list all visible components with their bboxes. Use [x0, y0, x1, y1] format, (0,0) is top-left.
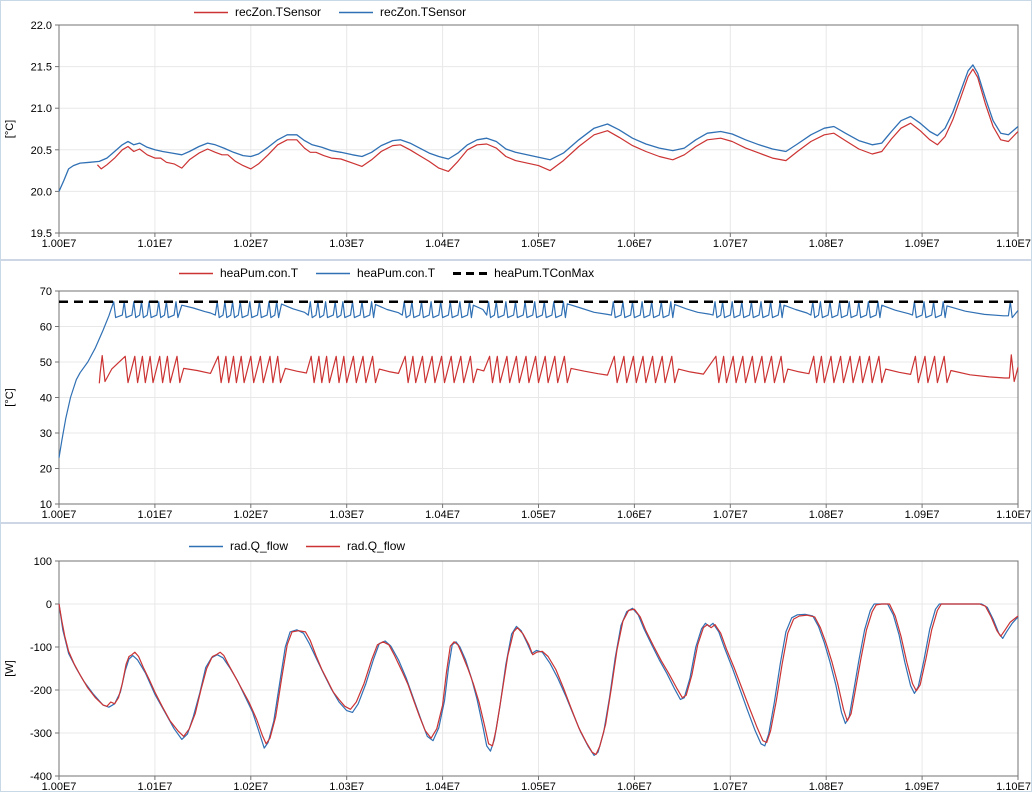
legend-line-sample-icon: [453, 269, 487, 278]
x-tick-label: 1.05E7: [521, 781, 556, 792]
legend-label: heaPum.con.T: [220, 266, 298, 280]
y-tick-label: -200: [30, 685, 52, 697]
x-tick-label: 1.03E7: [329, 781, 364, 792]
y-tick-label: 20.5: [31, 145, 52, 157]
plot-panel-rad-qflow: rad.Q_flow rad.Q_flow 1.00E71.01E71.02E71…: [1, 522, 1032, 792]
y-tick-label: -100: [30, 642, 52, 654]
x-tick-label: 1.04E7: [425, 781, 460, 792]
x-tick-label: 1.10E7: [996, 238, 1031, 250]
plot-canvas-1: 1.00E71.01E71.02E71.03E71.04E71.05E71.06…: [1, 1, 1032, 259]
y-tick-label: 21.5: [31, 62, 52, 74]
x-tick-label: 1.10E7: [996, 509, 1031, 521]
legend-label: recZon.TSensor: [380, 5, 466, 19]
legend-line-sample-icon: [179, 269, 213, 278]
y-tick-label: 50: [40, 357, 52, 369]
legend-panel-2: heaPum.con.T heaPum.con.T heaPum.TConMax: [179, 265, 594, 281]
legend-panel-3: rad.Q_flow rad.Q_flow: [189, 538, 405, 554]
legend-line-sample-icon: [339, 8, 373, 17]
y-tick-label: 20.0: [31, 186, 52, 198]
plot-panel-reczon-tsensor: recZon.TSensorrecZon.TSensor 1.00E71.01E…: [1, 1, 1032, 259]
x-tick-label: 1.09E7: [905, 509, 940, 521]
y-tick-label: 10: [40, 499, 52, 511]
y-tick-label: 19.5: [31, 228, 52, 240]
legend-entry[interactable]: heaPum.TConMax: [453, 266, 594, 280]
x-tick-label: 1.08E7: [809, 509, 844, 521]
legend-entry[interactable]: heaPum.con.T: [316, 266, 435, 280]
x-tick-label: 1.03E7: [329, 509, 364, 521]
y-tick-label: 30: [40, 428, 52, 440]
y-tick-label: 20: [40, 464, 52, 476]
x-tick-label: 1.04E7: [425, 509, 460, 521]
y-tick-label: 70: [40, 286, 52, 298]
legend-line-sample-icon: [194, 8, 228, 17]
y-tick-label: -300: [30, 728, 52, 740]
plot-canvas-2: 1.00E71.01E71.02E71.03E71.04E71.05E71.06…: [1, 259, 1032, 522]
legend-label: rad.Q_flow: [230, 539, 288, 553]
x-tick-label: 1.01E7: [137, 238, 172, 250]
x-tick-label: 1.02E7: [233, 509, 268, 521]
series-line-heapum-con-t: [99, 355, 1018, 383]
x-tick-label: 1.08E7: [809, 238, 844, 250]
x-tick-label: 1.06E7: [617, 509, 652, 521]
x-tick-label: 1.07E7: [713, 238, 748, 250]
x-tick-label: 1.02E7: [233, 781, 268, 792]
x-tick-label: 1.07E7: [713, 781, 748, 792]
legend-panel-1: recZon.TSensor recZon.TSensor: [194, 4, 466, 20]
x-tick-label: 1.06E7: [617, 238, 652, 250]
y-axis-unit-label: [°C]: [4, 120, 16, 138]
panel-separator: [1, 259, 1032, 261]
x-tick-label: 1.09E7: [905, 781, 940, 792]
legend-line-sample-icon: [316, 269, 350, 278]
y-tick-label: 40: [40, 393, 52, 405]
panel-separator: [1, 522, 1032, 524]
x-tick-label: 1.08E7: [809, 781, 844, 792]
x-tick-label: 1.02E7: [233, 238, 268, 250]
x-tick-label: 1.04E7: [425, 238, 460, 250]
x-tick-label: 1.07E7: [713, 509, 748, 521]
legend-line-sample-icon: [189, 542, 223, 551]
legend-line-sample-icon: [306, 542, 340, 551]
x-tick-label: 1.10E7: [996, 781, 1031, 792]
x-tick-label: 1.06E7: [617, 781, 652, 792]
y-tick-label: 22.0: [31, 20, 52, 32]
x-tick-label: 1.05E7: [521, 238, 556, 250]
x-tick-label: 1.01E7: [137, 781, 172, 792]
x-tick-label: 1.05E7: [521, 509, 556, 521]
y-tick-label: 60: [40, 322, 52, 334]
plot-canvas-3: 1.00E71.01E71.02E71.03E71.04E71.05E71.06…: [1, 522, 1032, 792]
x-tick-label: 1.01E7: [137, 509, 172, 521]
plot-panel-heapum-con-t: heaPum.con.T heaPum.con.T heaPum.TConMax 1…: [1, 259, 1032, 522]
legend-label: heaPum.con.T: [357, 266, 435, 280]
legend-entry[interactable]: recZon.TSensor: [339, 5, 466, 19]
legend-label: recZon.TSensor: [235, 5, 321, 19]
x-tick-label: 1.03E7: [329, 238, 364, 250]
y-tick-label: 21.0: [31, 103, 52, 115]
legend-entry[interactable]: rad.Q_flow: [306, 539, 405, 553]
legend-label: heaPum.TConMax: [494, 266, 594, 280]
y-tick-label: 100: [34, 556, 52, 568]
legend-label: rad.Q_flow: [347, 539, 405, 553]
legend-entry[interactable]: rad.Q_flow: [189, 539, 288, 553]
y-tick-label: -400: [30, 771, 52, 783]
legend-entry[interactable]: heaPum.con.T: [179, 266, 298, 280]
legend-entry[interactable]: recZon.TSensor: [194, 5, 321, 19]
x-tick-label: 1.09E7: [905, 238, 940, 250]
y-axis-unit-label: [W]: [4, 660, 16, 677]
y-axis-unit-label: [°C]: [4, 388, 16, 406]
plot-window: recZon.TSensorrecZon.TSensor 1.00E71.01E…: [0, 0, 1032, 792]
y-tick-label: 0: [46, 599, 52, 611]
